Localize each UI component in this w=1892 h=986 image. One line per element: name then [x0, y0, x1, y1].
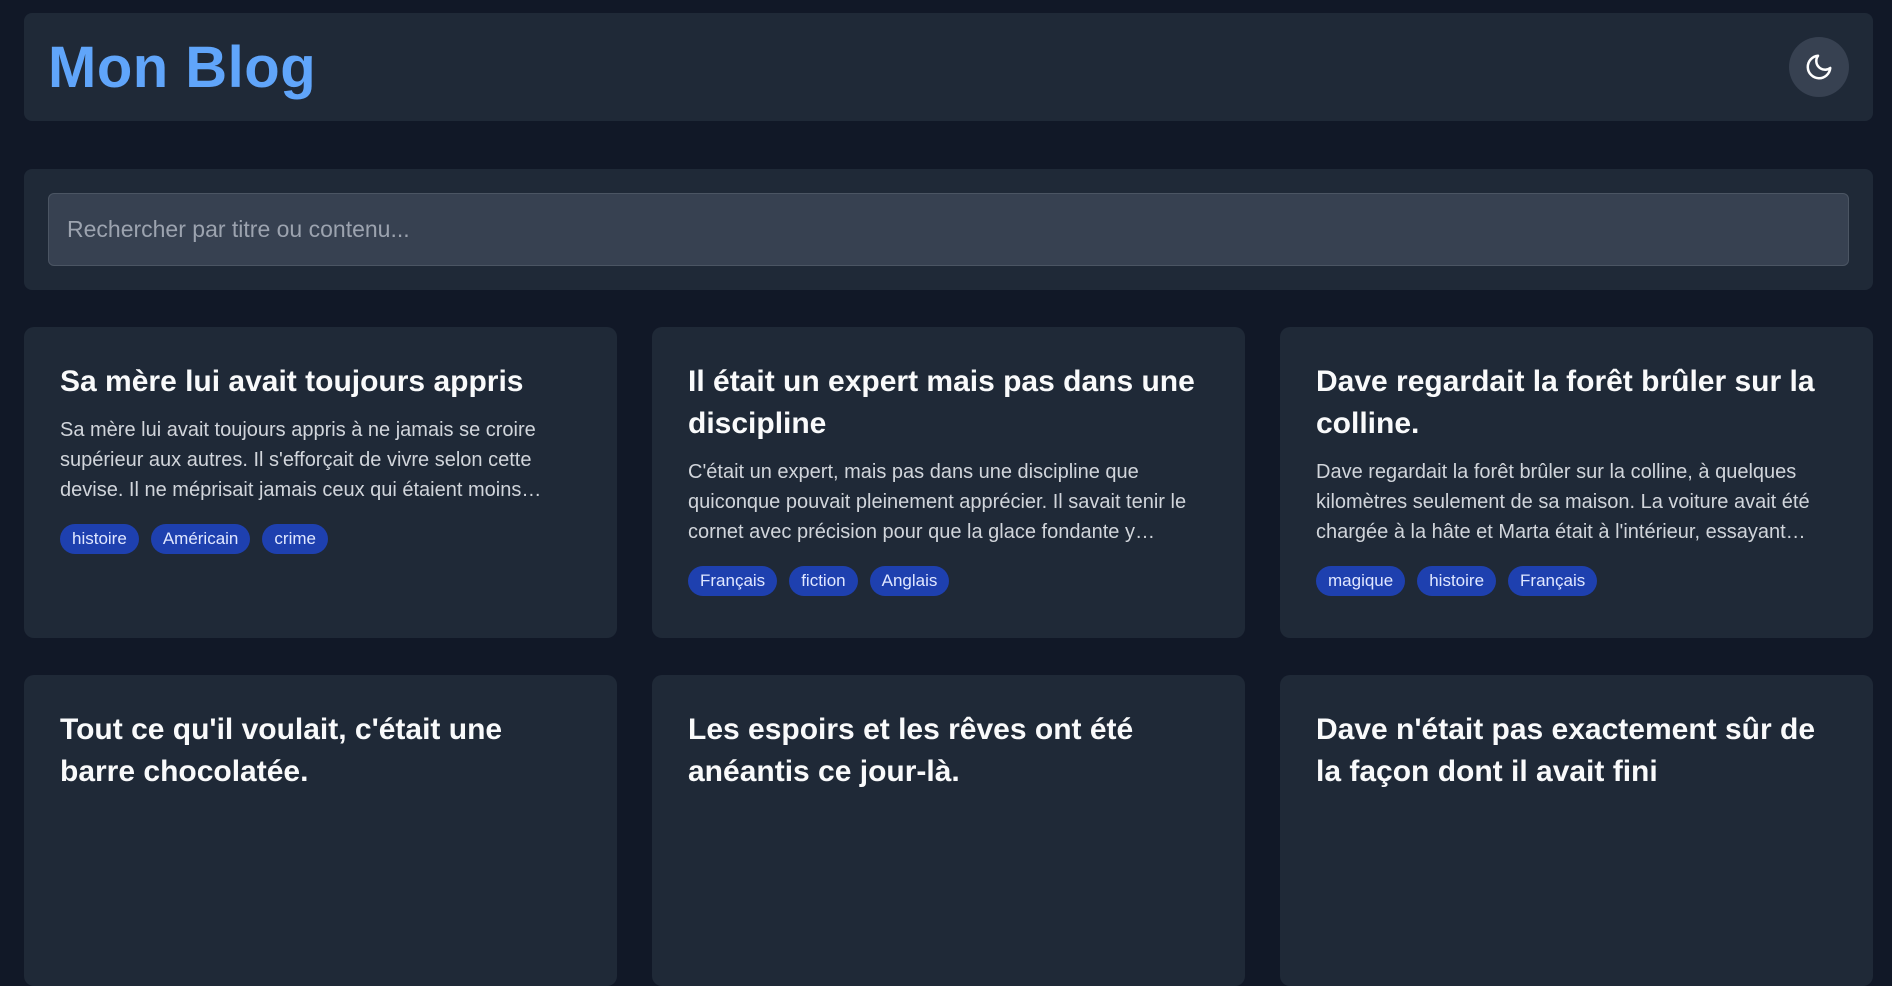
post-title[interactable]: Dave regardait la forêt brûler sur la co… — [1316, 361, 1837, 445]
tag[interactable]: Anglais — [869, 566, 950, 596]
site-header: Mon Blog — [24, 13, 1873, 121]
tag[interactable]: magique — [1316, 566, 1406, 596]
post-card[interactable]: Tout ce qu'il voulait, c'était une barre… — [24, 675, 617, 986]
post-card[interactable]: Dave regardait la forêt brûler sur la co… — [1280, 327, 1873, 638]
post-card[interactable]: Dave n'était pas exactement sûr de la fa… — [1280, 675, 1873, 986]
tag[interactable]: histoire — [60, 524, 139, 554]
tag-list: Français fiction Anglais — [688, 566, 1209, 596]
post-grid: Sa mère lui avait toujours appris Sa mèr… — [24, 327, 1873, 986]
tag[interactable]: crime — [262, 524, 328, 554]
moon-icon — [1806, 54, 1832, 80]
tag[interactable]: fiction — [789, 566, 858, 596]
post-excerpt: C'était un expert, mais pas dans une dis… — [688, 461, 1187, 543]
post-excerpt: Dave regardait la forêt brûler sur la co… — [1316, 461, 1810, 543]
post-excerpt: Sa mère lui avait toujours appris à ne j… — [60, 419, 542, 501]
tag[interactable]: Français — [1508, 566, 1598, 596]
post-card[interactable]: Les espoirs et les rêves ont été anéanti… — [652, 675, 1245, 986]
post-title[interactable]: Sa mère lui avait toujours appris — [60, 361, 581, 403]
site-title[interactable]: Mon Blog — [48, 34, 316, 101]
tag[interactable]: Américain — [150, 524, 251, 554]
post-card[interactable]: Il était un expert mais pas dans une dis… — [652, 327, 1245, 638]
post-title[interactable]: Tout ce qu'il voulait, c'était une barre… — [60, 709, 581, 793]
search-input[interactable] — [48, 193, 1849, 266]
post-title[interactable]: Dave n'était pas exactement sûr de la fa… — [1316, 709, 1837, 793]
theme-toggle-button[interactable] — [1789, 37, 1849, 97]
search-panel — [24, 169, 1873, 290]
tag[interactable]: Français — [688, 566, 778, 596]
tag-list: histoire Américain crime — [60, 524, 581, 554]
tag[interactable]: histoire — [1417, 566, 1497, 596]
tag-list: magique histoire Français — [1316, 566, 1837, 596]
post-title[interactable]: Les espoirs et les rêves ont été anéanti… — [688, 709, 1209, 793]
post-card[interactable]: Sa mère lui avait toujours appris Sa mèr… — [24, 327, 617, 638]
post-title[interactable]: Il était un expert mais pas dans une dis… — [688, 361, 1209, 445]
